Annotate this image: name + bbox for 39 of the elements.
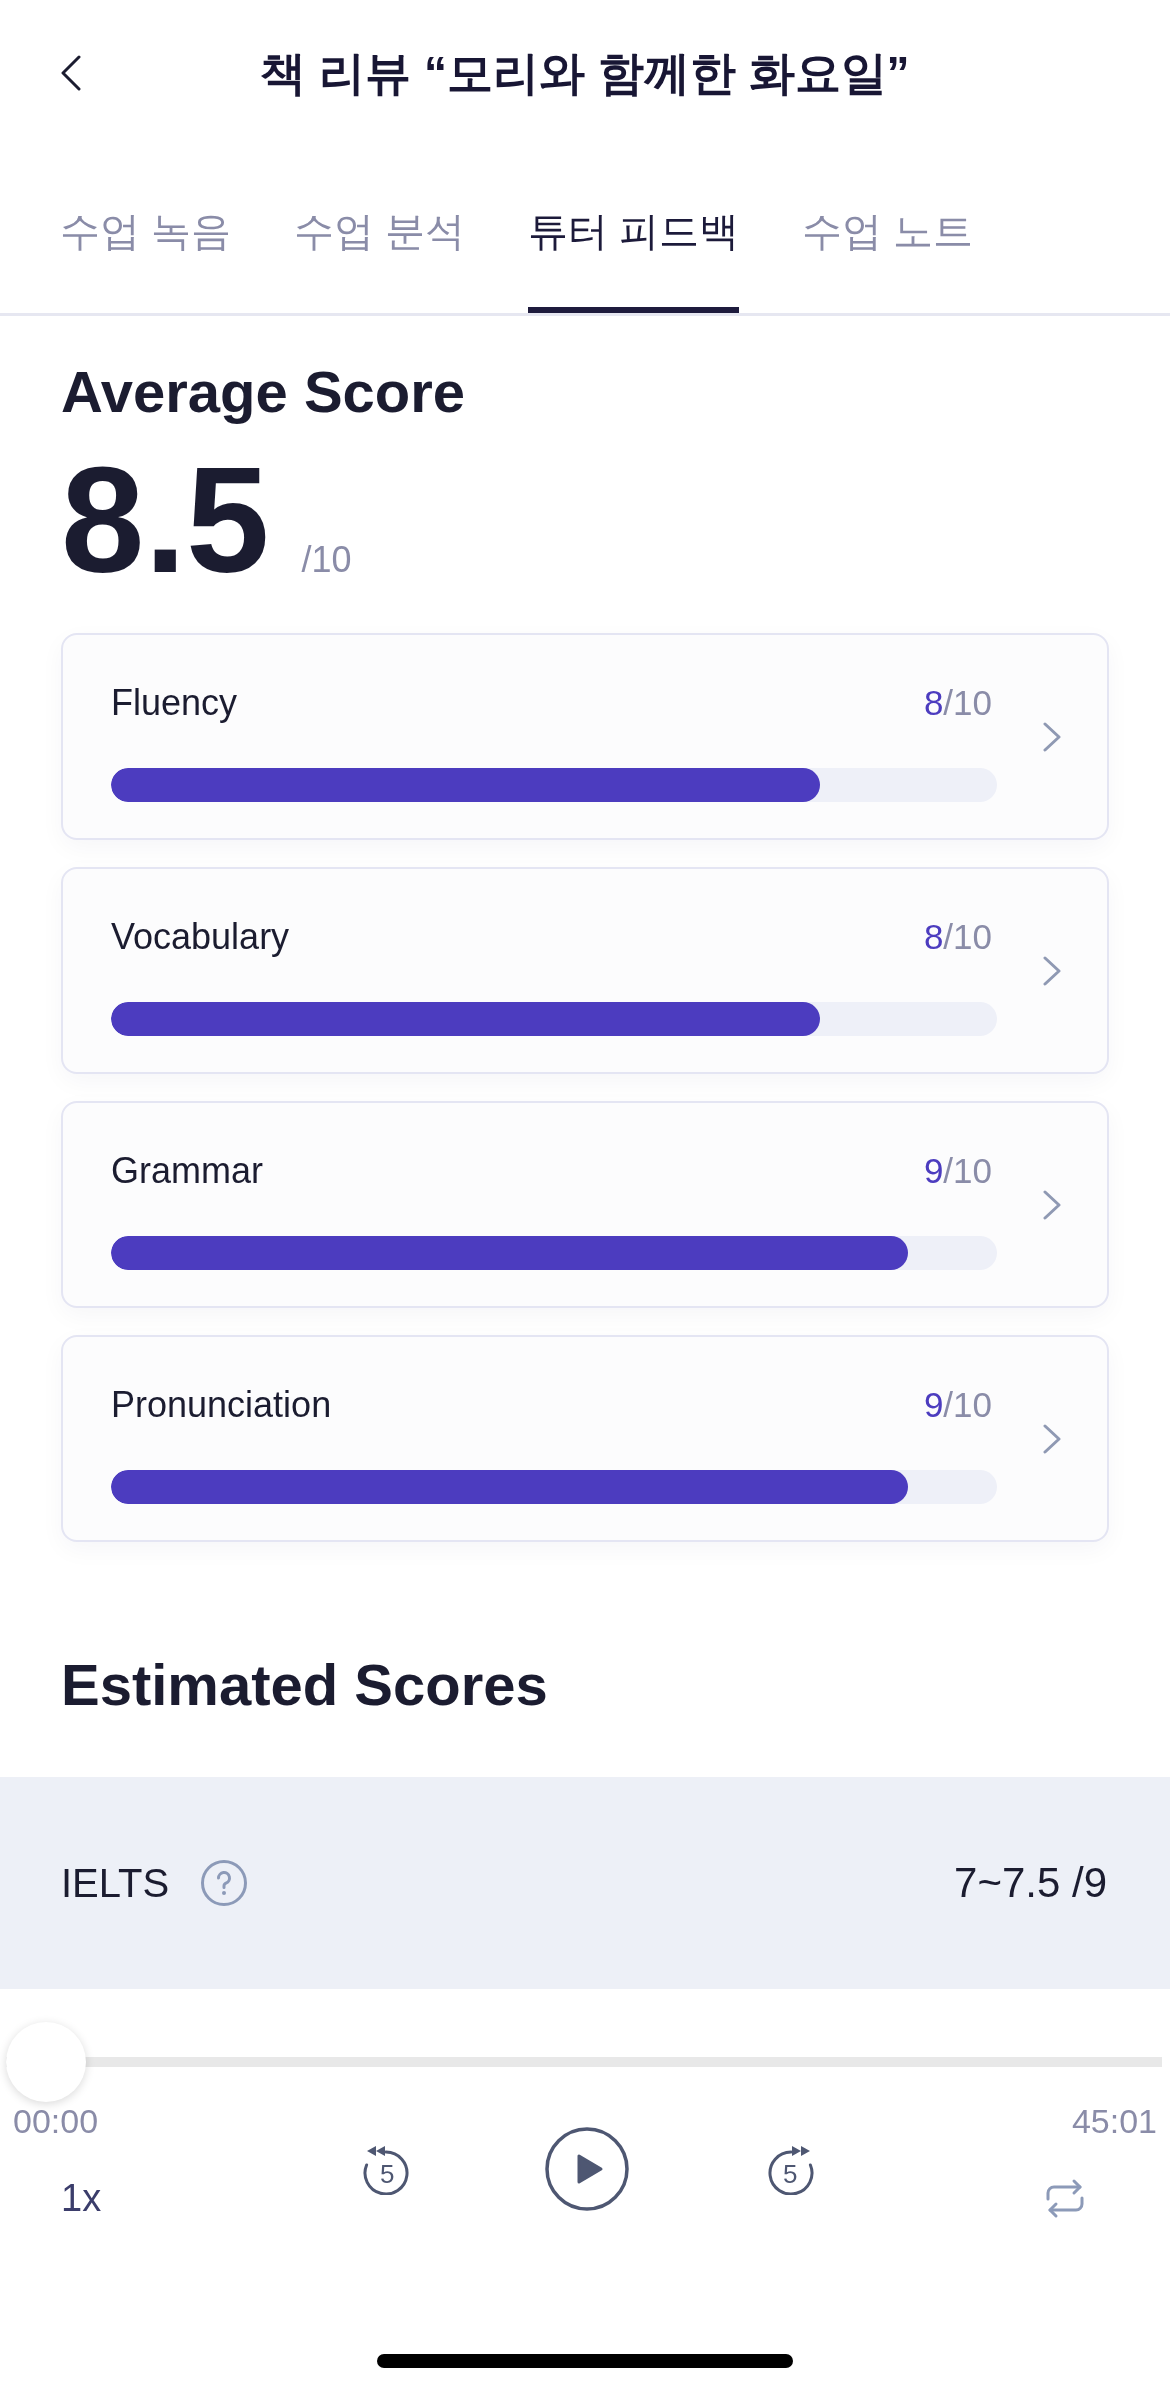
play-icon[interactable] — [545, 2127, 630, 2211]
help-icon[interactable] — [200, 1859, 249, 1907]
criterion-score: 9 — [923, 1384, 944, 1424]
skip-back-button[interactable]: 5 — [362, 2143, 413, 2195]
section-heading: Average Score — [61, 358, 467, 426]
criterion-score: 8 — [923, 682, 944, 722]
skip-forward-button[interactable]: 5 — [765, 2143, 816, 2195]
section-heading: Estimated Scores — [61, 1651, 549, 1719]
criterion-name: Fluency — [111, 680, 238, 725]
criterion-card[interactable]: Fluency 8/10 — [61, 633, 1109, 840]
back-icon[interactable] — [60, 54, 82, 91]
criterion-name: Pronunciation — [111, 1382, 332, 1427]
page-title: 책 리뷰 “모리와 함께한 화요일” — [260, 45, 910, 101]
criterion-card[interactable]: Vocabulary 8/10 — [61, 867, 1109, 1074]
criterion-score-max: /10 — [943, 1150, 992, 1190]
criterion-score-max: /10 — [943, 916, 992, 956]
criterion-card[interactable]: Pronunciation 9/10 — [61, 1335, 1109, 1542]
chevron-right-icon — [1043, 1189, 1061, 1220]
average-score-value: 8.5 — [61, 445, 270, 595]
chevron-right-icon — [1043, 721, 1061, 752]
chevron-right-icon — [1043, 955, 1061, 986]
criterion-score: 8 — [923, 916, 944, 956]
criterion-score: 9 — [923, 1150, 944, 1190]
average-score-max: /10 — [301, 539, 352, 581]
criterion-name: Vocabulary — [111, 914, 290, 959]
repeat-icon[interactable] — [1044, 2177, 1087, 2220]
criterion-card[interactable]: Grammar 9/10 — [61, 1101, 1109, 1308]
criterion-score-max: /10 — [943, 1384, 992, 1424]
criterion-name: Grammar — [111, 1148, 263, 1193]
test-name: IELTS — [61, 1860, 170, 1906]
elapsed-time: 00:00 — [13, 2103, 99, 2139]
total-duration: 45:01 — [1071, 2103, 1157, 2139]
speed-button[interactable]: 1x — [61, 2178, 102, 2218]
fast-forward-icon — [765, 2143, 816, 2195]
tab[interactable]: 튜터 피드백 — [528, 203, 740, 313]
test-score: 7~7.5 /9 — [954, 1859, 1107, 1907]
criterion-score-max: /10 — [943, 682, 992, 722]
chevron-right-icon — [1043, 1423, 1061, 1454]
seek-slider-thumb[interactable] — [6, 2022, 86, 2102]
